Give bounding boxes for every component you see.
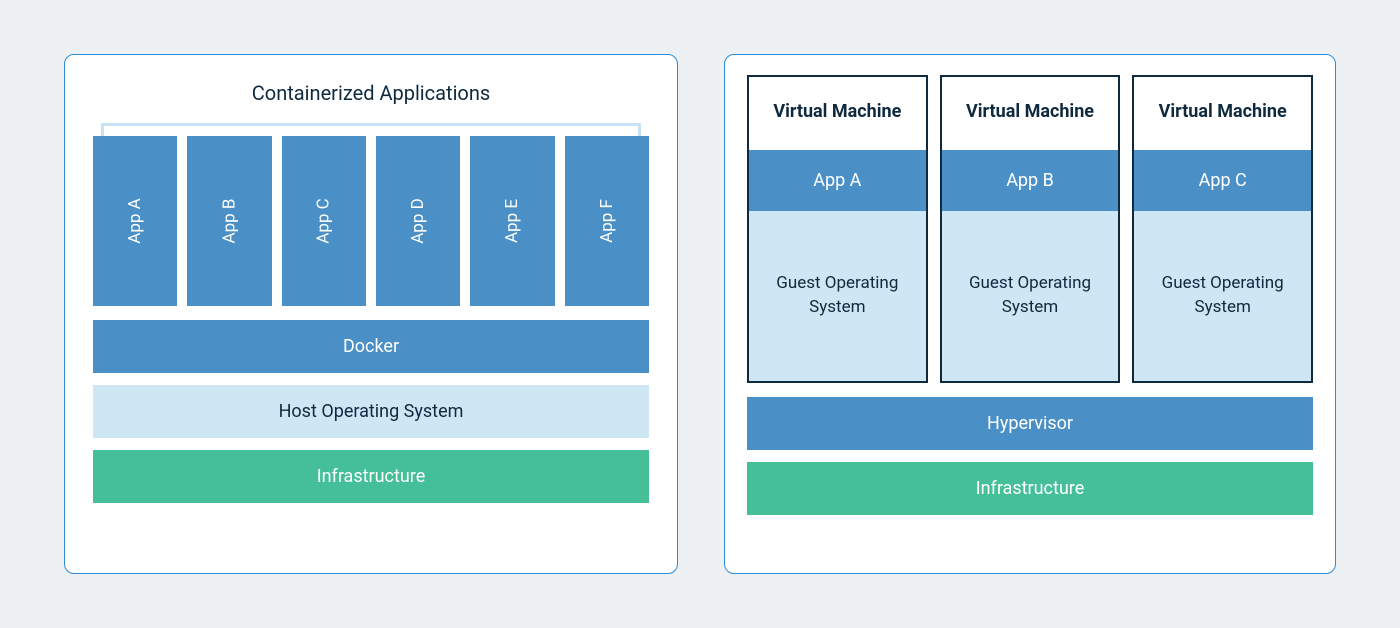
container-architecture-panel: Containerized Applications App A App B A… [64, 54, 678, 574]
hypervisor-layer: Hypervisor [747, 397, 1313, 450]
container-apps-row: App A App B App C App D App E App F [93, 136, 649, 306]
vm-title: Virtual Machine [942, 77, 1119, 150]
container-app-box: App A [93, 136, 177, 306]
vm-title: Virtual Machine [1134, 77, 1311, 150]
vm-app-layer: App C [1134, 150, 1311, 211]
docker-layer: Docker [93, 320, 649, 373]
container-panel-title: Containerized Applications [93, 81, 649, 105]
infrastructure-layer: Infrastructure [93, 450, 649, 503]
container-app-box: App D [376, 136, 460, 306]
container-app-box: App F [565, 136, 649, 306]
vm-guest-os-layer: Guest Operating System [749, 211, 926, 381]
container-app-box: App C [282, 136, 366, 306]
container-app-label: App D [408, 198, 428, 244]
vm-title: Virtual Machine [749, 77, 926, 150]
container-app-label: App B [219, 199, 239, 244]
infrastructure-layer: Infrastructure [747, 462, 1313, 515]
container-app-box: App B [187, 136, 271, 306]
container-app-box: App E [470, 136, 554, 306]
vm-box: Virtual Machine App C Guest Operating Sy… [1132, 75, 1313, 383]
vm-app-layer: App B [942, 150, 1119, 211]
vm-guest-os-layer: Guest Operating System [1134, 211, 1311, 381]
vm-app-layer: App A [749, 150, 926, 211]
container-app-label: App E [502, 199, 522, 243]
vm-box: Virtual Machine App B Guest Operating Sy… [940, 75, 1121, 383]
vm-architecture-panel: Virtual Machine App A Guest Operating Sy… [724, 54, 1336, 574]
vm-guest-os-layer: Guest Operating System [942, 211, 1119, 381]
host-os-layer: Host Operating System [93, 385, 649, 438]
vms-row: Virtual Machine App A Guest Operating Sy… [747, 75, 1313, 383]
apps-bracket [101, 123, 641, 137]
container-app-label: App C [314, 198, 334, 243]
container-app-label: App A [125, 198, 145, 244]
vm-box: Virtual Machine App A Guest Operating Sy… [747, 75, 928, 383]
container-app-label: App F [597, 199, 617, 243]
